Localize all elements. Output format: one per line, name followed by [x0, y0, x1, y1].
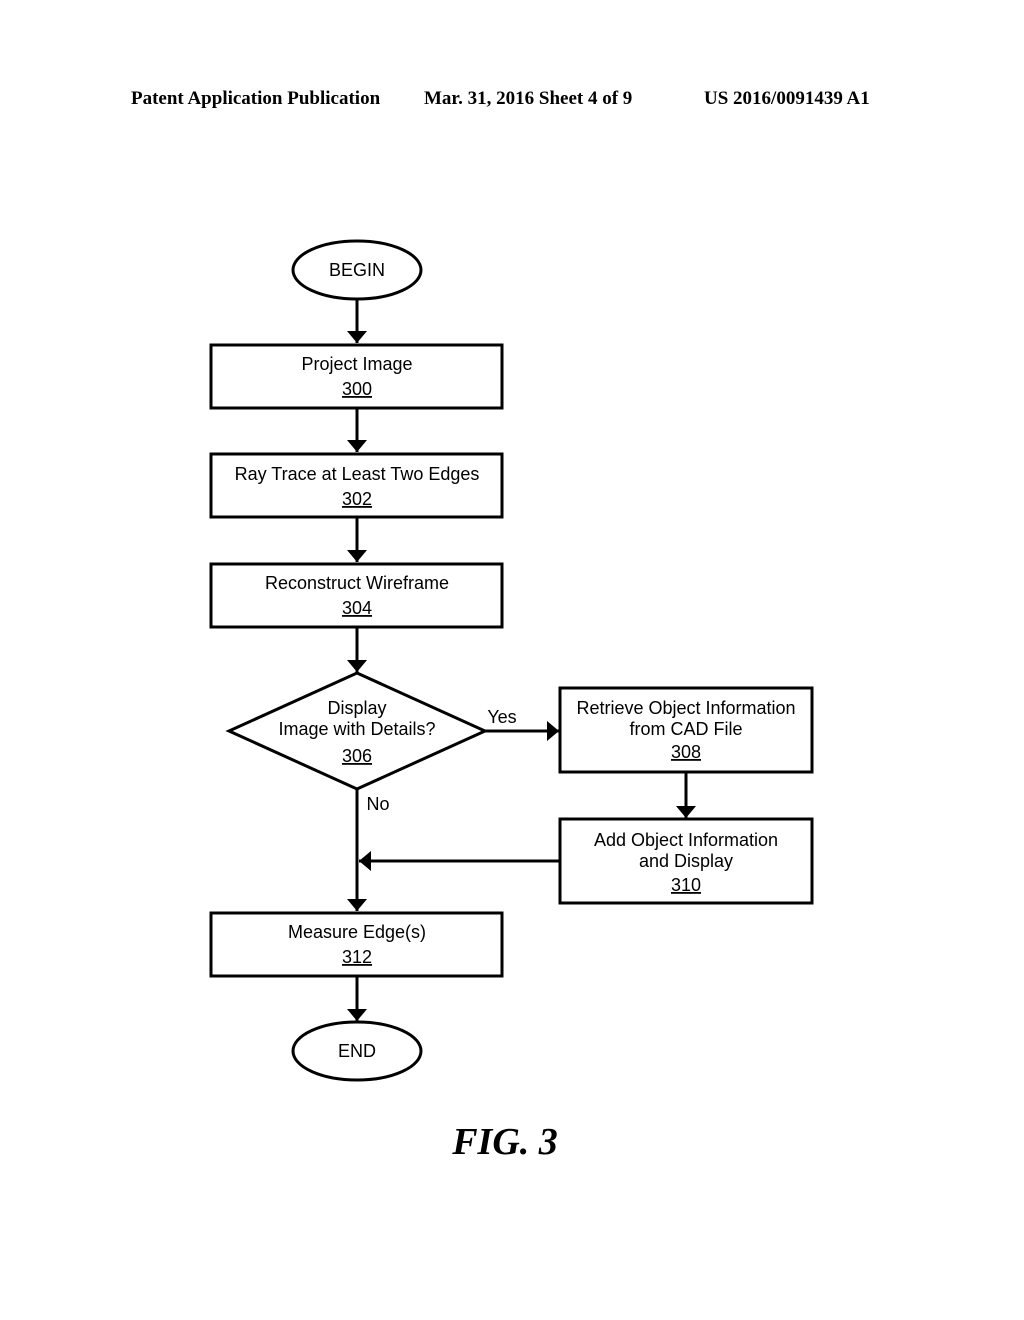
step-304-ref: 304 [342, 598, 372, 618]
step-310-line2: and Display [639, 851, 733, 871]
figure-label: FIG. 3 [452, 1121, 558, 1163]
step-300-label: Project Image [301, 354, 412, 374]
begin-label: BEGIN [329, 260, 385, 280]
step-300-ref: 300 [342, 379, 372, 399]
step-302-ref: 302 [342, 489, 372, 509]
step-304-label: Reconstruct Wireframe [265, 573, 449, 593]
step-302-label: Ray Trace at Least Two Edges [235, 464, 480, 484]
step-312-label: Measure Edge(s) [288, 922, 426, 942]
step-308-line2: from CAD File [629, 719, 742, 739]
yes-label: Yes [487, 707, 516, 727]
no-label: No [366, 794, 389, 814]
end-label: END [338, 1041, 376, 1061]
step-310-line1: Add Object Information [594, 830, 778, 850]
step-310-ref: 310 [671, 875, 701, 895]
step-308-ref: 308 [671, 742, 701, 762]
step-308-line1: Retrieve Object Information [576, 698, 795, 718]
step-312-ref: 312 [342, 947, 372, 967]
decision-306-line2: Image with Details? [278, 719, 435, 739]
decision-306-ref: 306 [342, 746, 372, 766]
decision-306-line1: Display [327, 698, 386, 718]
